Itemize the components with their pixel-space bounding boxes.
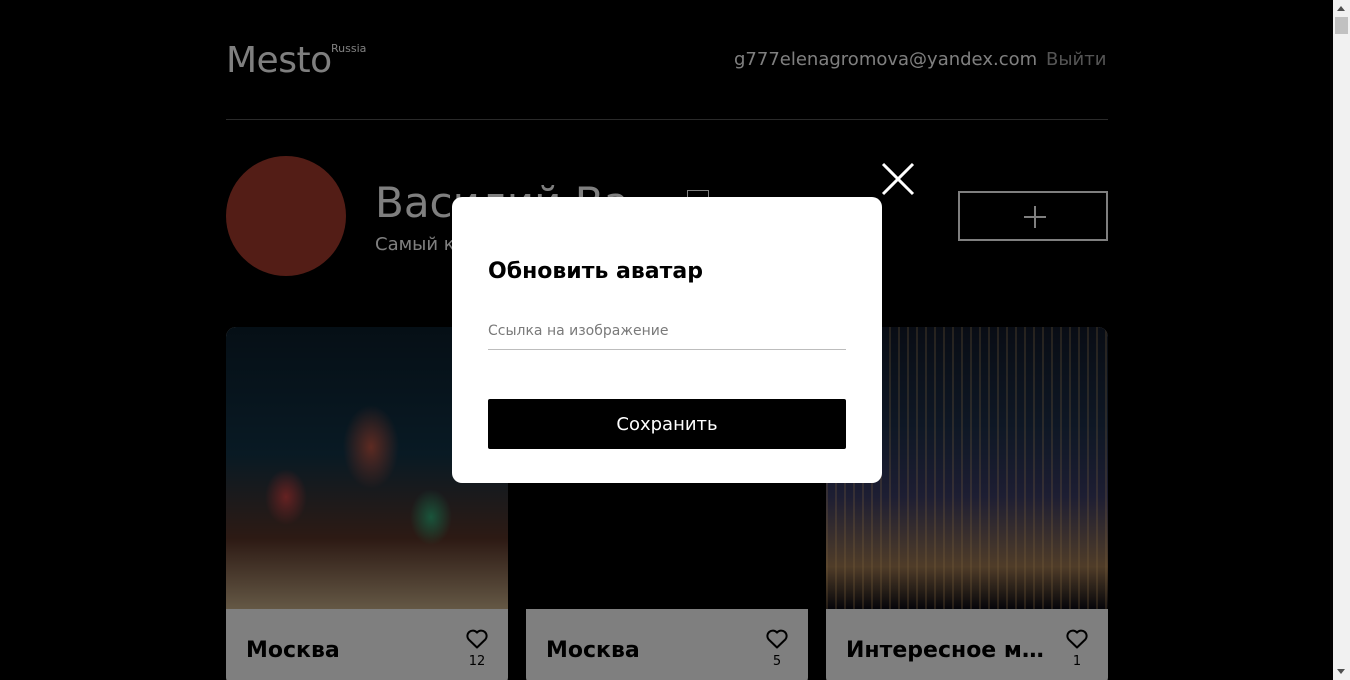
save-button[interactable]: Сохранить xyxy=(488,399,846,449)
scroll-up-arrow-icon[interactable] xyxy=(1333,0,1350,17)
avatar-link-input[interactable] xyxy=(488,312,846,350)
close-icon[interactable] xyxy=(880,161,916,197)
page: Mesto Russia g777elenagromova@yandex.com… xyxy=(0,0,1333,680)
popup-title: Обновить аватар xyxy=(488,259,703,284)
scroll-down-arrow-icon[interactable] xyxy=(1333,663,1350,680)
scrollbar[interactable] xyxy=(1333,0,1350,680)
scrollbar-thumb[interactable] xyxy=(1335,17,1348,34)
update-avatar-popup: Обновить аватар Сохранить xyxy=(452,197,882,483)
